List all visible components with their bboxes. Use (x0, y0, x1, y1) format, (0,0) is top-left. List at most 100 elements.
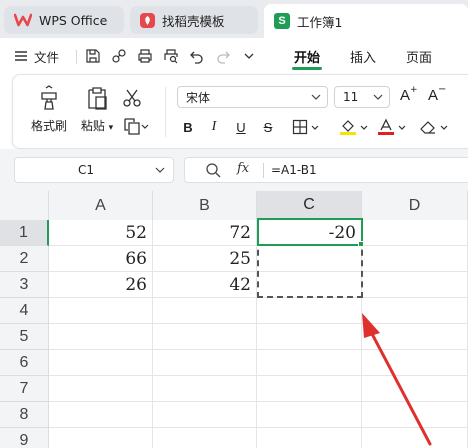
row-header-6[interactable]: 6 (0, 350, 49, 376)
cell-a6[interactable] (49, 350, 153, 376)
tab-home[interactable]: 开始 (288, 38, 326, 74)
wps-logo-icon (14, 13, 32, 27)
paste-button[interactable]: 粘贴 ▾ (77, 85, 117, 134)
font-size-select[interactable]: 11 (334, 86, 390, 108)
cell-c5[interactable] (257, 324, 362, 350)
cell-a3[interactable]: 26 (49, 272, 153, 298)
shrink-font-button[interactable]: A − (428, 84, 446, 104)
tab-workbook[interactable]: S 工作簿1 (264, 4, 468, 38)
tab-template[interactable]: 找稻壳模板 (130, 6, 258, 34)
cell-a8[interactable] (49, 402, 153, 428)
cell-d3[interactable] (362, 272, 468, 298)
cell-b4[interactable] (153, 298, 257, 324)
cell-a7[interactable] (49, 376, 153, 402)
cell-d1[interactable] (362, 220, 468, 246)
more-chevron-icon[interactable] (240, 47, 258, 65)
borders-button[interactable] (288, 117, 322, 137)
cell-d7[interactable] (362, 376, 468, 402)
format-painter-label: 格式刷 (30, 119, 67, 133)
cell-d4[interactable] (362, 298, 468, 324)
file-menu[interactable]: 文件 (14, 38, 59, 74)
tab-insert-label: 插入 (349, 50, 376, 66)
cell-a2[interactable]: 66 (49, 246, 153, 272)
formula-input[interactable]: fx =A1-B1 (184, 157, 468, 183)
cell-a4[interactable] (49, 298, 153, 324)
cell-d5[interactable] (362, 324, 468, 350)
zoom-icon[interactable] (205, 162, 221, 178)
undo-icon[interactable] (188, 47, 206, 65)
cell-c4[interactable] (257, 298, 362, 324)
cell-d9[interactable] (362, 428, 468, 448)
column-header-d[interactable]: D (362, 191, 468, 221)
italic-button[interactable]: I (205, 117, 223, 137)
tab-insert[interactable]: 插入 (346, 38, 380, 74)
format-painter-button[interactable]: 格式刷 (29, 85, 69, 134)
row-header-2[interactable]: 2 (0, 246, 49, 272)
chevron-down-icon (440, 125, 447, 130)
font-name-select[interactable]: 宋体 (177, 86, 328, 108)
cell-a9[interactable] (49, 428, 153, 448)
redo-icon[interactable] (214, 47, 232, 65)
paste-icon (88, 87, 107, 110)
cell-c9[interactable] (257, 428, 362, 448)
select-all-corner[interactable] (0, 191, 49, 221)
save-icon[interactable] (84, 47, 102, 65)
cell-b7[interactable] (153, 376, 257, 402)
clear-format-button[interactable] (413, 117, 453, 137)
cell-c8[interactable] (257, 402, 362, 428)
column-header-a[interactable]: A (49, 191, 153, 221)
cell-d6[interactable] (362, 350, 468, 376)
docer-icon (140, 12, 155, 28)
tab-bar: WPS Office 找稻壳模板 S 工作簿1 (0, 0, 468, 38)
underline-button[interactable]: U (232, 117, 250, 137)
row-header-5[interactable]: 5 (0, 324, 49, 350)
copy-icon (124, 118, 140, 135)
cell-b2[interactable]: 25 (153, 246, 257, 272)
cell-a1[interactable]: 52 (49, 220, 153, 246)
row-header-4[interactable]: 4 (0, 298, 49, 324)
chevron-down-icon (398, 125, 405, 130)
fill-color-button[interactable] (333, 117, 373, 137)
tab-label: 找稻壳模板 (162, 13, 225, 29)
cell-b8[interactable] (153, 402, 257, 428)
font-color-button[interactable] (373, 117, 409, 137)
column-header-c[interactable]: C (257, 191, 362, 221)
column-header-b[interactable]: B (153, 191, 257, 221)
cell-c7[interactable] (257, 376, 362, 402)
cell-d8[interactable] (362, 402, 468, 428)
tab-label: 工作簿1 (297, 14, 343, 30)
tab-wps-office[interactable]: WPS Office (4, 6, 124, 34)
row-header-9[interactable]: 9 (0, 428, 49, 448)
cell-d2[interactable] (362, 246, 468, 272)
cell-a5[interactable] (49, 324, 153, 350)
print-preview-icon[interactable] (162, 47, 180, 65)
fx-icon[interactable]: fx (237, 161, 249, 176)
cell-b6[interactable] (153, 350, 257, 376)
borders-icon (292, 119, 307, 135)
tab-page[interactable]: 页面 (402, 38, 436, 74)
cell-b9[interactable] (153, 428, 257, 448)
print-icon[interactable] (136, 47, 154, 65)
divider (165, 87, 166, 137)
bold-button[interactable]: B (179, 117, 197, 137)
strikethrough-button[interactable]: S (259, 117, 277, 137)
file-menu-label: 文件 (34, 49, 60, 65)
cell-b1[interactable]: 72 (153, 220, 257, 246)
tab-label: WPS Office (39, 12, 108, 28)
copy-button[interactable] (123, 117, 149, 135)
grow-font-button[interactable]: A + (400, 85, 418, 104)
cell-b3[interactable]: 42 (153, 272, 257, 298)
row-header-3[interactable]: 3 (0, 272, 49, 298)
row-header-8[interactable]: 8 (0, 402, 49, 428)
row-header-1[interactable]: 1 (0, 220, 49, 246)
cell-c6[interactable] (257, 350, 362, 376)
divider (263, 163, 264, 178)
row-header-7[interactable]: 7 (0, 376, 49, 402)
fill-handle[interactable] (358, 241, 364, 247)
cell-b5[interactable] (153, 324, 257, 350)
name-box[interactable]: C1 (14, 157, 174, 183)
chevron-down-icon (373, 94, 383, 100)
chevron-down-icon (311, 94, 321, 100)
share-icon[interactable] (110, 47, 128, 65)
cut-icon[interactable] (121, 87, 143, 109)
